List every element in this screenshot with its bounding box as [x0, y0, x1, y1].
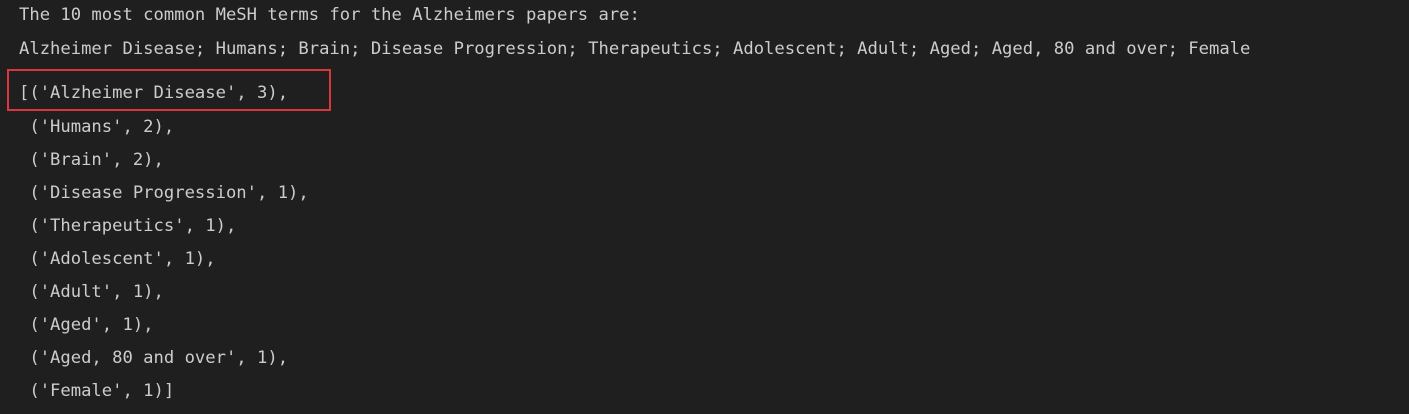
result-line: ('Disease Progression', 1),	[19, 183, 309, 203]
result-line: ('Humans', 2),	[19, 117, 175, 137]
output-heading: The 10 most common MeSH terms for the Al…	[19, 5, 640, 25]
result-line: ('Aged, 80 and over', 1),	[19, 348, 289, 368]
result-line: ('Therapeutics', 1),	[19, 216, 237, 236]
result-line: ('Adolescent', 1),	[19, 249, 216, 269]
cell-output: The 10 most common MeSH terms for the Al…	[19, 0, 1409, 414]
output-terms-line: Alzheimer Disease; Humans; Brain; Diseas…	[19, 39, 1251, 59]
result-line: [('Alzheimer Disease', 3),	[19, 83, 289, 103]
result-line: ('Female', 1)]	[19, 381, 175, 401]
result-line: ('Brain', 2),	[19, 150, 164, 170]
result-line: ('Aged', 1),	[19, 315, 154, 335]
result-line: ('Adult', 1),	[19, 282, 164, 302]
